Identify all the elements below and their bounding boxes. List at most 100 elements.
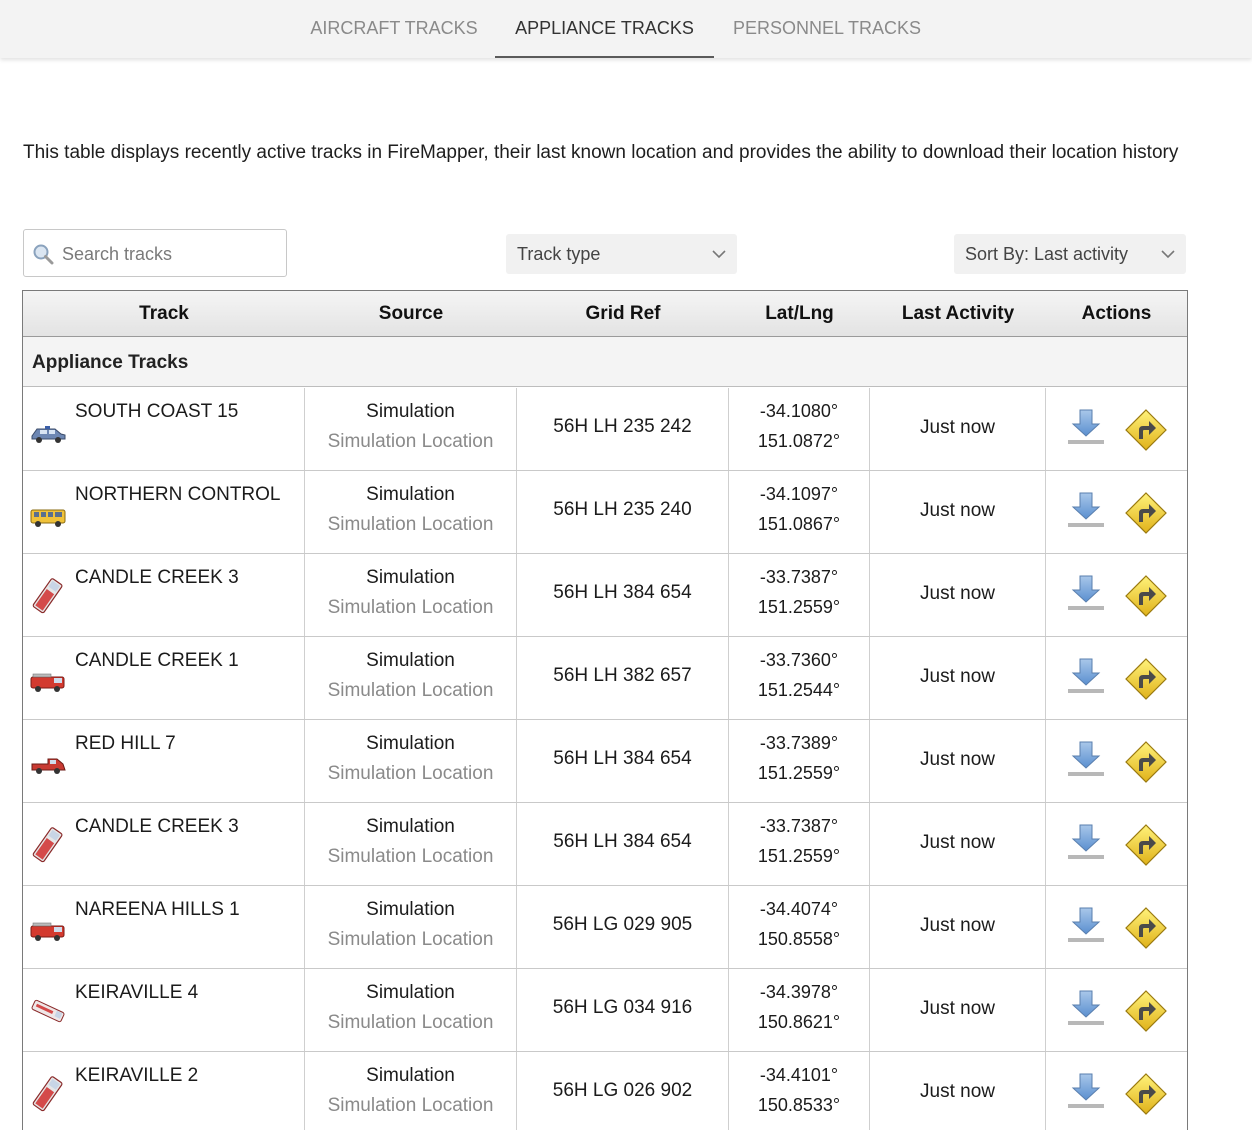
cell-lat-lng: -33.7389° 151.2559° bbox=[729, 720, 870, 802]
grid-ref: 56H LH 382 657 bbox=[553, 665, 692, 686]
search-box[interactable] bbox=[23, 229, 287, 277]
track-type-select[interactable]: Track type bbox=[506, 234, 737, 274]
cell-lat-lng: -33.7387° 151.2559° bbox=[729, 554, 870, 636]
go-to-location-icon[interactable] bbox=[1124, 740, 1168, 784]
tanker-icon bbox=[32, 578, 63, 614]
download-icon[interactable] bbox=[1065, 740, 1107, 780]
cell-track: CANDLE CREEK 3 bbox=[23, 554, 305, 636]
cell-source: Simulation Simulation Location bbox=[305, 471, 517, 553]
download-icon[interactable] bbox=[1065, 1072, 1107, 1112]
cell-track: CANDLE CREEK 1 bbox=[23, 637, 305, 719]
source-location: Simulation Location bbox=[327, 597, 494, 618]
table-row[interactable]: CANDLE CREEK 3 Simulation Simulation Locat… bbox=[23, 554, 1187, 637]
cell-actions bbox=[1046, 554, 1187, 636]
download-icon[interactable] bbox=[1065, 906, 1107, 946]
cell-actions bbox=[1046, 969, 1187, 1051]
latitude: -34.1097° bbox=[759, 484, 839, 504]
tab-personnel-tracks[interactable]: PERSONNEL TRACKS bbox=[720, 0, 934, 58]
cell-last-activity: Just now bbox=[870, 969, 1046, 1051]
source-location: Simulation Location bbox=[327, 1095, 494, 1116]
cell-actions bbox=[1046, 1052, 1187, 1130]
fire-truck-icon bbox=[30, 922, 65, 941]
table-row[interactable]: CANDLE CREEK 3 Simulation Simulation Locat… bbox=[23, 803, 1187, 886]
longitude: 151.2559° bbox=[757, 597, 841, 617]
header-track[interactable]: Track bbox=[23, 291, 305, 336]
header-last-activity[interactable]: Last Activity bbox=[870, 291, 1046, 336]
last-activity: Just now bbox=[920, 998, 995, 1019]
last-activity: Just now bbox=[920, 417, 995, 438]
ambulance-icon bbox=[31, 999, 65, 1023]
longitude: 151.2559° bbox=[757, 763, 841, 783]
cell-lat-lng: -34.1080° 151.0872° bbox=[729, 388, 870, 470]
go-to-location-icon[interactable] bbox=[1124, 823, 1168, 867]
header-grid-ref[interactable]: Grid Ref bbox=[517, 291, 729, 336]
track-name: NAREENA HILLS 1 bbox=[75, 899, 240, 920]
table-row[interactable]: RED HILL 7 Simulation Simulation Location 5… bbox=[23, 720, 1187, 803]
go-to-location-icon[interactable] bbox=[1124, 989, 1168, 1033]
latitude: -34.1080° bbox=[759, 401, 839, 421]
cell-actions bbox=[1046, 803, 1187, 885]
cell-track: KEIRAVILLE 2 bbox=[23, 1052, 305, 1130]
cell-track: NAREENA HILLS 1 bbox=[23, 886, 305, 968]
table-row[interactable]: NORTHERN CONTROL Simulation Simulation Loc… bbox=[23, 471, 1187, 554]
longitude: 150.8533° bbox=[757, 1095, 841, 1115]
cell-last-activity: Just now bbox=[870, 388, 1046, 470]
cell-last-activity: Just now bbox=[870, 637, 1046, 719]
header-source[interactable]: Source bbox=[305, 291, 517, 336]
cell-last-activity: Just now bbox=[870, 1052, 1046, 1130]
last-activity: Just now bbox=[920, 1081, 995, 1102]
sort-select[interactable]: Sort By: Last activity bbox=[954, 234, 1186, 274]
last-activity: Just now bbox=[920, 583, 995, 604]
go-to-location-icon[interactable] bbox=[1124, 657, 1168, 701]
cell-grid-ref: 56H LH 235 242 bbox=[517, 388, 729, 470]
source-location: Simulation Location bbox=[327, 1012, 494, 1033]
go-to-location-icon[interactable] bbox=[1124, 491, 1168, 535]
tab-aircraft-tracks[interactable]: AIRCRAFT TRACKS bbox=[298, 0, 490, 58]
chevron-down-icon bbox=[1161, 250, 1175, 259]
grid-ref: 56H LH 235 242 bbox=[553, 416, 692, 437]
table-row[interactable]: SOUTH COAST 15 Simulation Simulation Locat… bbox=[23, 388, 1187, 471]
download-icon[interactable] bbox=[1065, 408, 1107, 448]
cell-lat-lng: -34.4101° 150.8533° bbox=[729, 1052, 870, 1130]
last-activity: Just now bbox=[920, 832, 995, 853]
search-input[interactable] bbox=[60, 238, 284, 270]
track-name: NORTHERN CONTROL bbox=[75, 484, 281, 505]
cell-lat-lng: -34.4074° 150.8558° bbox=[729, 886, 870, 968]
latitude: -33.7360° bbox=[759, 650, 839, 670]
cell-source: Simulation Simulation Location bbox=[305, 388, 517, 470]
longitude: 151.2559° bbox=[757, 846, 841, 866]
cell-source: Simulation Simulation Location bbox=[305, 803, 517, 885]
download-icon[interactable] bbox=[1065, 574, 1107, 614]
tanker-icon bbox=[32, 1076, 63, 1112]
latitude: -33.7387° bbox=[759, 816, 839, 836]
table-row[interactable]: KEIRAVILLE 2 Simulation Simulation Locatio… bbox=[23, 1052, 1187, 1130]
table-row[interactable]: CANDLE CREEK 1 Simulation Simulation Locat… bbox=[23, 637, 1187, 720]
table-row[interactable]: NAREENA HILLS 1 Simulation Simulation Loca… bbox=[23, 886, 1187, 969]
tab-appliance-tracks[interactable]: APPLIANCE TRACKS bbox=[495, 0, 714, 58]
download-icon[interactable] bbox=[1065, 491, 1107, 531]
header-lat-lng[interactable]: Lat/Lng bbox=[729, 291, 870, 336]
last-activity: Just now bbox=[920, 915, 995, 936]
cell-lat-lng: -33.7387° 151.2559° bbox=[729, 803, 870, 885]
last-activity: Just now bbox=[920, 500, 995, 521]
latitude: -34.3978° bbox=[759, 982, 839, 1002]
cell-last-activity: Just now bbox=[870, 720, 1046, 802]
go-to-location-icon[interactable] bbox=[1124, 906, 1168, 950]
download-icon[interactable] bbox=[1065, 989, 1107, 1029]
go-to-location-icon[interactable] bbox=[1124, 408, 1168, 452]
go-to-location-icon[interactable] bbox=[1124, 1072, 1168, 1116]
download-icon[interactable] bbox=[1065, 657, 1107, 697]
cell-grid-ref: 56H LG 029 905 bbox=[517, 886, 729, 968]
cell-source: Simulation Simulation Location bbox=[305, 637, 517, 719]
tanker-icon bbox=[32, 827, 63, 863]
source-location: Simulation Location bbox=[327, 514, 494, 535]
source-location: Simulation Location bbox=[327, 431, 494, 452]
grid-ref: 56H LG 034 916 bbox=[552, 997, 693, 1018]
download-icon[interactable] bbox=[1065, 823, 1107, 863]
source-name: Simulation bbox=[366, 982, 455, 1003]
table-row[interactable]: KEIRAVILLE 4 Simulation Simulation Locatio… bbox=[23, 969, 1187, 1052]
track-name: CANDLE CREEK 3 bbox=[75, 816, 239, 837]
longitude: 151.0867° bbox=[757, 514, 841, 534]
cell-actions bbox=[1046, 720, 1187, 802]
go-to-location-icon[interactable] bbox=[1124, 574, 1168, 618]
